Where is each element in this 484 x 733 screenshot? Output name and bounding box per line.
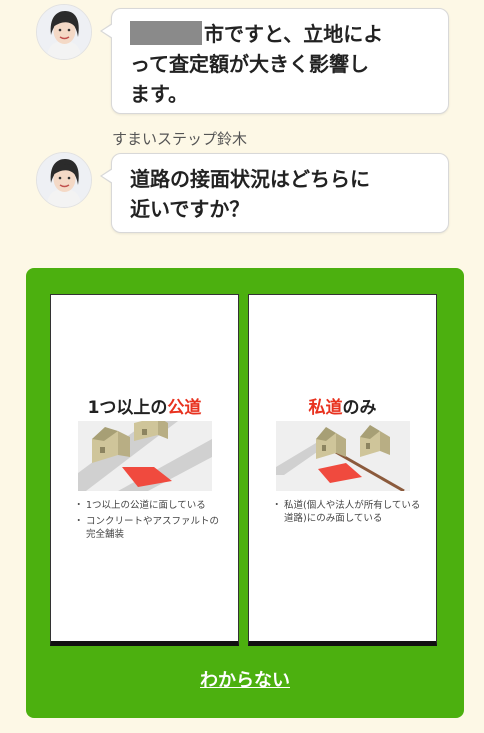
avatar — [36, 152, 92, 208]
option-public-road-title: 1つ以上の公道 — [87, 398, 202, 418]
option-private-road-card[interactable]: 私道のみ 私道(個人や法人が所有している道路)にのみ面している — [248, 294, 437, 646]
woman-avatar-icon — [37, 5, 91, 59]
public-road-house-illustration — [78, 421, 212, 491]
option-public-road-notes: 1つ以上の公道に面している コンクリートやアスファルトの完全舗装 — [74, 499, 226, 544]
sender-name: すまいステップ鈴木 — [112, 130, 248, 148]
message-bubble-2: 道路の接面状況はどちらに 近いですか？ — [100, 153, 449, 233]
option-private-road-notes: 私道(個人や法人が所有している道路)にのみ面している — [272, 499, 424, 528]
bubble-tail — [100, 168, 113, 184]
message-1-line-3: ます。 — [130, 82, 188, 106]
message-1-line-1: 市ですと、立地によ — [130, 19, 434, 49]
avatar — [36, 4, 92, 60]
road-options-panel: 1つ以上の公道 1つ以上の公道に面している コンクリートやアスファルトの完全舗装… — [26, 268, 464, 718]
note-item: 私道(個人や法人が所有している道路)にのみ面している — [272, 499, 424, 525]
message-bubble-1: 市ですと、立地によ って査定額が大きく影響し ます。 — [100, 8, 449, 114]
redacted-city-name — [130, 21, 202, 45]
private-road-house-illustration — [276, 421, 410, 491]
bubble-tail — [100, 23, 113, 39]
message-2-line-2: 近いですか？ — [130, 197, 250, 221]
note-item: 1つ以上の公道に面している — [74, 499, 226, 512]
message-2-line-1: 道路の接面状況はどちらに — [130, 167, 370, 191]
note-item: コンクリートやアスファルトの完全舗装 — [74, 515, 226, 541]
unknown-option-link[interactable]: わからない — [26, 666, 464, 692]
option-public-road-card[interactable]: 1つ以上の公道 1つ以上の公道に面している コンクリートやアスファルトの完全舗装 — [50, 294, 239, 646]
message-1-line-2: って査定額が大きく影響し — [130, 52, 369, 76]
option-private-road-title: 私道のみ — [308, 398, 377, 418]
woman-avatar-icon — [37, 153, 91, 207]
